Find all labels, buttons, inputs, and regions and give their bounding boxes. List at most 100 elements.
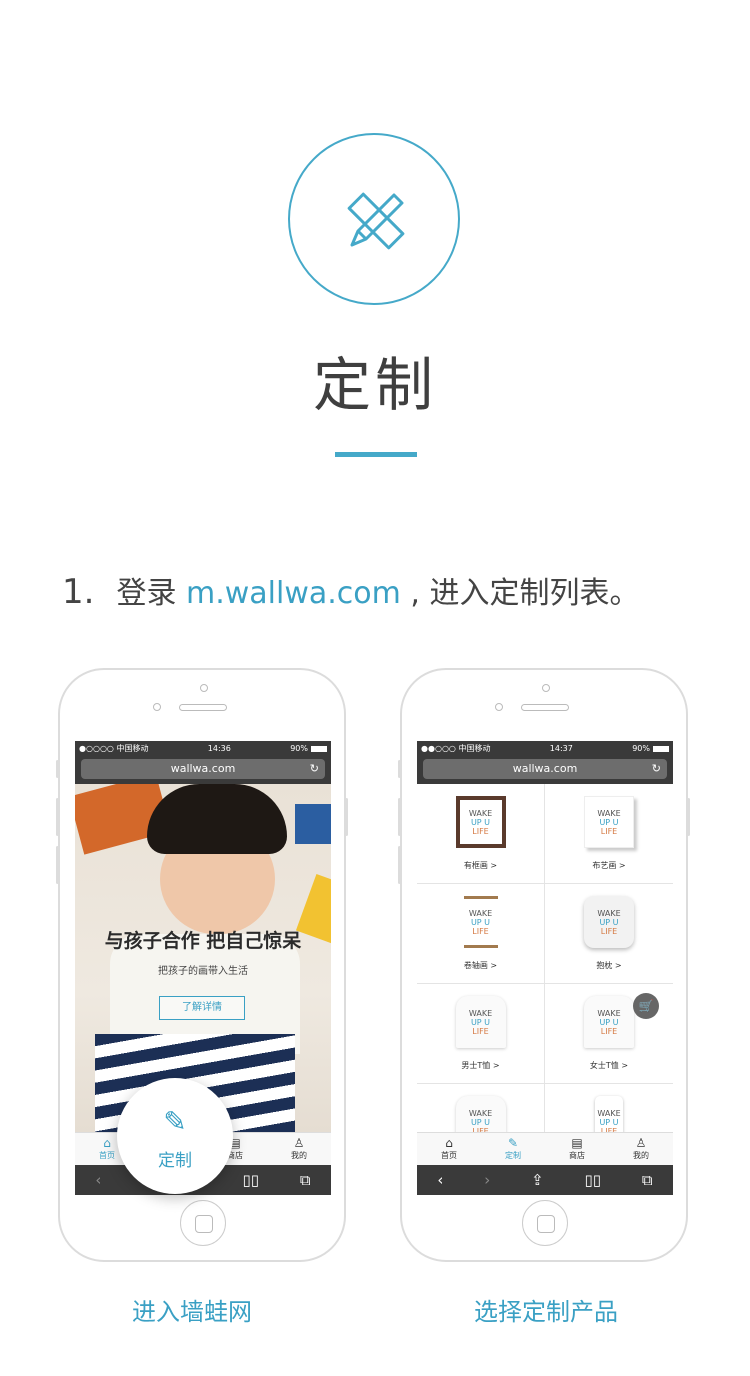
- product-card[interactable]: WAKE UP U LIFE: [417, 1084, 545, 1132]
- thumbnail-text: UP U: [599, 817, 619, 827]
- pencil-icon: ✎: [507, 1136, 519, 1150]
- product-thumbnail: WAKE UP U LIFE: [463, 896, 498, 948]
- step-prefix: 登录: [116, 576, 177, 611]
- product-label: 女士T恤 >: [589, 1061, 629, 1070]
- tab-label: 我的: [633, 1151, 649, 1160]
- phone-screen: ●●○○○ 中国移动 14:37 90% wallwa.com ↻ WAKE UP…: [417, 741, 673, 1195]
- phone-mockup-products: ●●○○○ 中国移动 14:37 90% wallwa.com ↻ WAKE UP…: [398, 668, 690, 1262]
- product-label: 男士T恤 >: [461, 1061, 500, 1070]
- hero-banner[interactable]: 与孩子合作 把自己惊呆 把孩子的画带入生活 了解详情: [75, 784, 331, 1132]
- user-icon: ♙: [635, 1136, 647, 1150]
- address-url: wallwa.com: [170, 762, 236, 775]
- hero-headline: 与孩子合作 把自己惊呆: [104, 930, 302, 952]
- status-bar: ●○○○○ 中国移动 14:36 90%: [75, 741, 331, 756]
- product-card[interactable]: WAKE UP U LIFE 男士T恤 >: [417, 984, 545, 1084]
- tab-home[interactable]: ⌂ 首页: [417, 1133, 481, 1165]
- tab-customize[interactable]: ✎定制: [481, 1133, 545, 1165]
- shop-icon: ▤: [571, 1136, 583, 1150]
- thumbnail-text: LIFE: [600, 1026, 618, 1036]
- reload-icon[interactable]: ↻: [652, 759, 661, 779]
- browser-address-area: wallwa.com ↻: [75, 756, 331, 784]
- thumbnail-text: WAKE: [468, 808, 493, 818]
- step-number: 1.: [62, 572, 95, 612]
- fab-label: 定制: [158, 1151, 192, 1171]
- bookmarks-icon[interactable]: ▯▯: [584, 1171, 601, 1189]
- product-card[interactable]: WAKE UP U LIFE: [545, 1084, 673, 1132]
- cart-icon[interactable]: 🛒: [633, 993, 659, 1019]
- clock-label: 14:36: [207, 744, 231, 753]
- home-icon: ⌂: [445, 1136, 453, 1150]
- caption-choose-product: 选择定制产品: [474, 1298, 618, 1326]
- product-card[interactable]: WAKE UP U LIFE 布艺画 >: [545, 784, 673, 884]
- thumbnail-text: LIFE: [472, 1026, 489, 1036]
- battery-icon: [310, 745, 327, 752]
- thumbnail-text: WAKE: [468, 908, 493, 918]
- thumbnail-text: WAKE: [597, 808, 621, 818]
- thumbnail-text: WAKE: [597, 908, 621, 918]
- phone-camera: [200, 684, 208, 692]
- product-thumbnail: WAKE UP U LIFE: [595, 1096, 623, 1132]
- back-icon[interactable]: ‹: [95, 1171, 101, 1189]
- forward-icon[interactable]: ›: [484, 1171, 490, 1189]
- user-icon: ♙: [293, 1136, 305, 1150]
- phone-volume-up: [56, 798, 59, 836]
- phone-speaker: [521, 704, 569, 711]
- tab-shop[interactable]: ▤ 商店: [545, 1133, 609, 1165]
- tabs-icon[interactable]: ⧉: [642, 1171, 653, 1189]
- phone-home-button: [180, 1200, 226, 1246]
- product-card[interactable]: WAKE UP U LIFE 抱枕 >: [545, 884, 673, 984]
- battery-indicator: 90%: [632, 744, 669, 753]
- thumbnail-text: LIFE: [472, 826, 489, 836]
- tabs-icon[interactable]: ⧉: [300, 1171, 311, 1189]
- battery-icon: [652, 745, 669, 752]
- tab-label: 我的: [291, 1151, 307, 1160]
- share-icon[interactable]: ⇪: [531, 1171, 544, 1189]
- caption-enter-site: 进入墙蛙网: [132, 1298, 252, 1326]
- address-bar[interactable]: wallwa.com ↻: [81, 759, 325, 779]
- title-divider: [335, 452, 417, 457]
- customize-fab[interactable]: ✎ 定制: [117, 1078, 233, 1194]
- carrier-label: ●○○○○ 中国移动: [79, 744, 149, 753]
- product-label: 抱枕 >: [596, 961, 622, 970]
- product-thumbnail: WAKE UP U LIFE: [584, 796, 634, 848]
- tab-label: 定制: [505, 1151, 521, 1160]
- step-instruction: 1. 登录 m.wallwa.com , 进入定制列表。: [62, 568, 640, 612]
- thumbnail-text: WAKE: [468, 1108, 493, 1118]
- tab-label: 商店: [569, 1151, 585, 1160]
- product-label: 卷轴画 >: [463, 961, 498, 970]
- learn-more-button[interactable]: 了解详情: [159, 996, 245, 1020]
- carrier-label: ●●○○○ 中国移动: [421, 744, 491, 753]
- product-card[interactable]: WAKE UP U LIFE 有框画 >: [417, 784, 545, 884]
- browser-toolbar: ‹ › ⇪ ▯▯ ⧉: [417, 1165, 673, 1195]
- phone-sensor: [495, 703, 503, 711]
- thumbnail-text: UP U: [470, 817, 491, 827]
- product-thumbnail: WAKE UP U LIFE: [584, 996, 634, 1048]
- product-card[interactable]: WAKE UP U LIFE 卷轴画 >: [417, 884, 545, 984]
- customize-icon-circle: [288, 133, 460, 305]
- product-grid: WAKE UP U LIFE 有框画 > WAKE UP U LIFE 布艺画 > WAKE UP…: [417, 784, 673, 1132]
- tab-profile[interactable]: ♙ 我的: [267, 1133, 331, 1165]
- step-suffix: , 进入定制列表。: [400, 576, 640, 611]
- battery-label: 90%: [290, 744, 308, 753]
- thumbnail-text: UP U: [599, 1017, 619, 1027]
- reload-icon[interactable]: ↻: [310, 759, 319, 779]
- phone-mute-switch: [56, 760, 59, 778]
- product-thumbnail: WAKE UP U LIFE: [584, 896, 634, 948]
- section-title: 定制: [312, 351, 437, 419]
- tab-label: 首页: [99, 1151, 115, 1160]
- phone-speaker: [179, 704, 227, 711]
- product-label: 有框画 >: [463, 861, 498, 870]
- bookmarks-icon[interactable]: ▯▯: [242, 1171, 259, 1189]
- battery-label: 90%: [632, 744, 650, 753]
- thumbnail-text: UP U: [599, 1117, 619, 1127]
- thumbnail-text: UP U: [470, 917, 491, 927]
- phone-volume-down: [398, 846, 401, 884]
- address-url: wallwa.com: [512, 762, 578, 775]
- product-label: 布艺画 >: [592, 861, 626, 870]
- tab-profile[interactable]: ♙ 我的: [609, 1133, 673, 1165]
- product-thumbnail: WAKE UP U LIFE: [455, 796, 506, 848]
- back-icon[interactable]: ‹: [437, 1171, 443, 1189]
- site-link[interactable]: m.wallwa.com: [186, 576, 401, 611]
- address-bar[interactable]: wallwa.com ↻: [423, 759, 667, 779]
- pencil-ruler-icon: [347, 192, 405, 250]
